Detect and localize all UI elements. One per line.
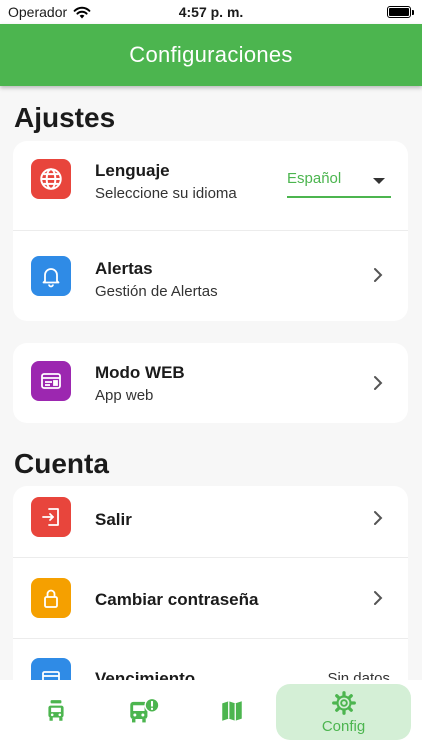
logout-row[interactable]: Salir: [13, 486, 408, 558]
web-mode-title: Modo WEB: [95, 363, 185, 382]
web-mode-row[interactable]: Modo WEB App web: [13, 343, 408, 423]
chevron-right-icon: [374, 268, 383, 282]
status-carrier: Operador: [8, 4, 91, 20]
section-title-cuenta: Cuenta: [14, 448, 109, 479]
language-row: Lenguaje Seleccione su idioma Español: [13, 141, 408, 231]
bus-alert-icon: [130, 697, 160, 723]
settings-card-account: Salir Cambiar contraseña Vencimiento Sin…: [13, 486, 408, 680]
wifi-icon: [73, 6, 91, 18]
nav-item-stops[interactable]: [18, 684, 94, 740]
logout-icon: [31, 497, 71, 537]
language-select[interactable]: Español: [287, 164, 391, 198]
gear-icon: [331, 690, 356, 715]
nav-item-map[interactable]: [194, 684, 270, 740]
expiration-value: Sin datos: [327, 670, 390, 680]
carrier-name: Operador: [8, 4, 68, 20]
status-bar: Operador 4:57 p. m.: [0, 0, 422, 24]
lock-icon: [31, 578, 71, 618]
page-title: Configuraciones: [129, 42, 293, 67]
calendar-icon: [31, 658, 71, 680]
globe-icon: [31, 159, 71, 199]
change-password-row[interactable]: Cambiar contraseña: [13, 558, 408, 639]
web-window-icon: [31, 361, 71, 401]
settings-content[interactable]: Ajustes Lenguaje Seleccione su idioma Es…: [0, 86, 422, 680]
language-select-value: Español: [287, 170, 342, 187]
web-mode-subtitle: App web: [95, 387, 154, 404]
expiration-title: Vencimiento: [95, 669, 196, 680]
alerts-row[interactable]: Alertas Gestión de Alertas: [13, 231, 408, 321]
chevron-right-icon: [374, 511, 383, 525]
language-subtitle: Seleccione su idioma: [95, 185, 237, 202]
logout-title: Salir: [95, 510, 132, 529]
caret-down-icon: [373, 178, 385, 184]
nav-item-config[interactable]: Config: [276, 684, 411, 740]
chevron-right-icon: [374, 591, 383, 605]
alerts-title: Alertas: [95, 259, 153, 278]
battery-icon: [387, 6, 414, 18]
section-title-ajustes: Ajustes: [14, 102, 116, 133]
bottom-nav: Config: [0, 680, 422, 750]
app-header: Configuraciones: [0, 24, 422, 86]
bus-stop-icon: [48, 700, 64, 721]
expiration-row: Vencimiento Sin datos: [13, 639, 408, 680]
bell-icon: [31, 256, 71, 296]
settings-card-general: Lenguaje Seleccione su idioma Español Al…: [13, 141, 408, 321]
language-title: Lenguaje: [95, 161, 170, 180]
chevron-right-icon: [374, 376, 383, 390]
alerts-subtitle: Gestión de Alertas: [95, 283, 218, 300]
nav-item-bus-alerts[interactable]: [106, 684, 182, 740]
nav-label-config: Config: [321, 717, 366, 735]
map-icon: [222, 701, 242, 721]
settings-card-web: Modo WEB App web: [13, 343, 408, 423]
change-password-title: Cambiar contraseña: [95, 590, 259, 609]
